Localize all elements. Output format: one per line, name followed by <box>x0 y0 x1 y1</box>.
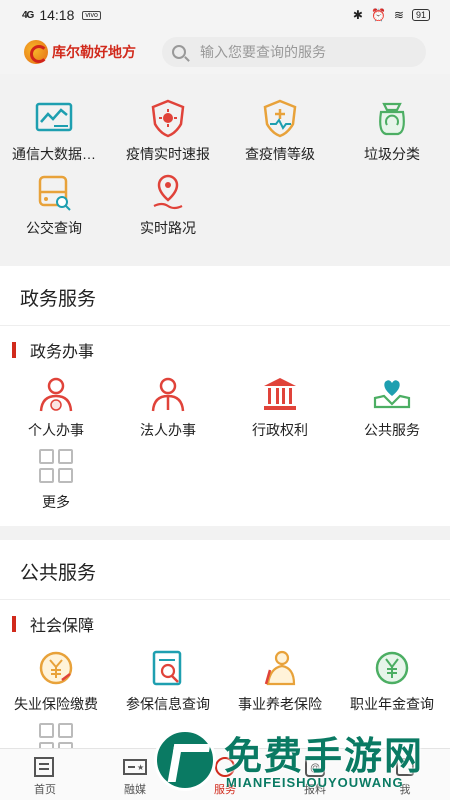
gov-item-personal[interactable]: 个人办事 <box>0 374 112 440</box>
grid-more-icon <box>39 449 73 483</box>
subsection-title: 社会保障 <box>0 612 450 636</box>
watermark-logo-icon <box>154 729 216 791</box>
watermark-subtitle: MIANFEISHOUYOUWANG <box>226 775 404 790</box>
tab-label: 融媒 <box>124 784 146 796</box>
media-icon: ★ <box>123 759 147 775</box>
quick-item-epidemic-report[interactable]: 疫情实时速报 <box>112 98 224 164</box>
search-document-icon <box>152 650 182 686</box>
quick-item-bus[interactable]: 公交查询 <box>0 172 110 238</box>
medical-shield-icon <box>263 99 297 138</box>
yuan-coin-icon <box>375 651 409 685</box>
gov-services-section: 政务服务 政务办事 个人办事 法人办事 行政权利 公共服务 更多 <box>0 266 450 526</box>
header: 库尔勒好地方 输入您要查询的服务 <box>0 30 450 74</box>
quick-item-garbage[interactable]: 垃圾分类 <box>336 98 448 164</box>
carrier-badge: vivo <box>82 10 101 20</box>
tab-home[interactable]: 首页 <box>0 755 90 797</box>
quick-item-label: 垃圾分类 <box>364 146 420 162</box>
quick-item-traffic[interactable]: 实时路况 <box>112 172 224 238</box>
subsection-label: 社会保障 <box>30 618 95 635</box>
public-item-unemployment[interactable]: 失业保险缴费 <box>0 648 112 714</box>
section-title: 政务服务 <box>20 289 97 310</box>
search-input[interactable]: 输入您要查询的服务 <box>162 37 426 67</box>
gov-item-label: 公共服务 <box>364 422 420 438</box>
watermark-title: 免费手游网 <box>224 736 425 778</box>
public-item-insurance-info[interactable]: 参保信息查询 <box>112 648 224 714</box>
svg-text:★: ★ <box>137 763 144 772</box>
status-bar: 4G 14:18 vivo ✱ ⏰ ≋ 91 <box>0 0 450 30</box>
battery-icon: 91 <box>411 9 430 21</box>
alarm-icon: ⏰ <box>370 8 386 22</box>
public-item-label: 职业年金查询 <box>350 696 434 712</box>
quick-item-label: 疫情实时速报 <box>126 146 210 162</box>
virus-shield-icon <box>151 99 185 138</box>
elder-icon <box>264 650 296 686</box>
accent-bar <box>12 342 16 358</box>
gov-item-label: 行政权利 <box>252 422 308 438</box>
government-building-icon <box>264 378 296 410</box>
status-icons: ✱ ⏰ ≋ 91 <box>353 8 430 22</box>
public-item-label: 事业养老保险 <box>238 696 322 712</box>
quick-item-epidemic-level[interactable]: 查疫情等级 <box>224 98 336 164</box>
wifi-icon: ≋ <box>393 8 404 22</box>
bus-icon <box>38 175 71 211</box>
corporate-person-icon <box>151 377 185 412</box>
public-services-section: 公共服务 社会保障 失业保险缴费 参保信息查询 事业养老保险 职业年金查询 <box>0 540 450 757</box>
tab-label: 首页 <box>34 784 56 796</box>
section-title: 公共服务 <box>20 563 97 584</box>
quick-services: 通信大数据… 疫情实时速报 查疫情等级 垃圾分类 公交查询 实时路况 <box>0 84 450 254</box>
gov-item-corporate[interactable]: 法人办事 <box>112 374 224 440</box>
quick-item-label: 查疫情等级 <box>245 146 315 162</box>
quick-item-label: 通信大数据… <box>12 146 96 162</box>
coin-icon <box>39 651 73 685</box>
person-icon <box>39 377 73 412</box>
divider <box>0 325 450 326</box>
public-item-annuity[interactable]: 职业年金查询 <box>336 648 448 714</box>
bluetooth-icon: ✱ <box>352 8 363 22</box>
clock: 14:18 <box>39 7 75 23</box>
hands-heart-icon <box>373 380 411 409</box>
gov-item-more[interactable]: 更多 <box>0 446 112 512</box>
data-chart-icon <box>35 102 73 132</box>
subsection-label: 政务办事 <box>30 344 95 361</box>
quick-item-label: 实时路况 <box>140 220 196 236</box>
brand-name: 库尔勒好地方 <box>52 44 136 60</box>
quick-item-comm-data[interactable]: 通信大数据… <box>0 98 110 164</box>
search-icon <box>172 45 186 59</box>
gov-item-label: 法人办事 <box>140 422 196 438</box>
gov-item-public-service[interactable]: 公共服务 <box>336 374 448 440</box>
divider <box>0 599 450 600</box>
gov-item-admin-rights[interactable]: 行政权利 <box>224 374 336 440</box>
brand-logo-icon <box>24 40 48 64</box>
search-placeholder: 输入您要查询的服务 <box>200 44 326 60</box>
public-item-label: 参保信息查询 <box>126 696 210 712</box>
public-item-label: 失业保险缴费 <box>14 696 98 712</box>
signal-indicator: 4G <box>22 9 34 21</box>
app-logo[interactable]: 库尔勒好地方 <box>24 40 156 64</box>
subsection-title: 政务办事 <box>0 338 450 362</box>
recycle-bag-icon <box>379 102 405 136</box>
location-pin-icon <box>153 174 183 210</box>
public-item-pension[interactable]: 事业养老保险 <box>224 648 336 714</box>
newspaper-icon <box>34 757 54 777</box>
gov-item-label: 更多 <box>42 494 70 510</box>
accent-bar <box>12 616 16 632</box>
quick-item-label: 公交查询 <box>26 220 82 236</box>
watermark: 免费手游网 MIANFEISHOUYOUWANG <box>150 725 450 800</box>
gov-item-label: 个人办事 <box>28 422 84 438</box>
